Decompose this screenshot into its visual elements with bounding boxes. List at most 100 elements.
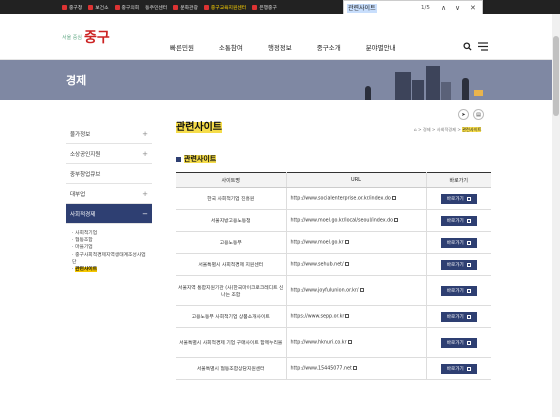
submenu-item[interactable]: · 중구사회적경제지역생태계조성사업단	[72, 252, 146, 266]
page-banner: 경제	[0, 60, 560, 100]
site-url[interactable]: http://www.15445077.net	[285, 357, 426, 380]
building-illustration	[441, 82, 451, 100]
submenu-item[interactable]: · 사회적기업	[72, 230, 146, 237]
side-item-prices[interactable]: 물가정보 +	[66, 124, 152, 144]
plus-icon: +	[142, 129, 148, 138]
menu-icon[interactable]	[478, 42, 488, 51]
external-link-icon	[466, 366, 471, 371]
banner-title: 경제	[66, 74, 87, 87]
external-link-icon	[359, 287, 364, 292]
site-url[interactable]: http://www.joyfulunion.or.kr/	[285, 275, 426, 306]
submenu-item[interactable]: · 마을기업	[72, 244, 146, 251]
go-button[interactable]: 바로가기	[440, 237, 477, 248]
find-next-button[interactable]: ∨	[455, 3, 460, 13]
building-illustration	[426, 66, 440, 100]
nav-item-guide[interactable]: 분야별안내	[366, 42, 396, 52]
external-link-icon	[466, 340, 471, 345]
table-header-row: 사이트명 URL 바로가기	[176, 172, 491, 188]
find-input[interactable]: 관련사이트	[347, 4, 377, 13]
logo-tagline: 서울 중심	[62, 34, 82, 41]
external-link-icon	[466, 314, 471, 319]
site-header: 서울 중심 중구 빠른민원 소통참여 행정정보 중구소개 분야별안내	[0, 14, 560, 60]
utility-link[interactable]: 중구청	[62, 4, 82, 11]
page-tools: ➤ ▤	[458, 109, 484, 120]
table-row: 서울특별시 협동조합상담지원센터 http://www.15445077.net 바…	[176, 357, 491, 380]
site-url[interactable]: http://www.socialenterprise.or.kr/index.…	[285, 187, 426, 210]
utility-link[interactable]: 은행중구	[252, 4, 277, 11]
minus-icon: −	[142, 209, 148, 218]
site-logo[interactable]: 서울 중심 중구	[62, 28, 110, 46]
home-icon[interactable]: ⌂	[414, 127, 417, 132]
site-url[interactable]: http://www.hknuri.co.kr	[285, 327, 426, 358]
side-item-lending[interactable]: 대부업 +	[66, 184, 152, 204]
breadcrumb-item[interactable]: 사회적경제	[437, 127, 456, 132]
council-icon	[114, 4, 120, 10]
person-illustration	[365, 86, 371, 100]
external-link-icon	[391, 195, 396, 200]
find-prev-button[interactable]: ∧	[441, 3, 446, 13]
side-item-label: 대부업	[70, 191, 86, 198]
section-heading: 관련사이트	[176, 154, 217, 164]
column-header: URL	[285, 172, 426, 188]
site-url[interactable]: https://www.sepp.or.kr	[285, 305, 426, 328]
go-button[interactable]: 바로가기	[440, 193, 477, 204]
site-name: 서울특별시 사회적경제 지원센터	[176, 253, 286, 276]
side-item-social-economy[interactable]: 사회적경제 −	[66, 204, 152, 224]
site-name: 서울특별시 사회적경제 기업 구매사이트 함께누리몰	[176, 327, 286, 358]
side-item-label: 물가정보	[70, 131, 91, 138]
health-icon	[88, 4, 94, 10]
submenu-item-current[interactable]: · 관련사이트	[72, 266, 146, 273]
find-close-button[interactable]: ✕	[470, 3, 476, 13]
nav-item-quick-service[interactable]: 빠른민원	[170, 42, 194, 52]
print-icon[interactable]: ▤	[473, 109, 484, 120]
site-name: 한국 사회적기업 진흥원	[176, 187, 286, 210]
scrollbar[interactable]	[552, 14, 560, 417]
external-link-icon	[344, 239, 349, 244]
box-illustration	[474, 90, 483, 96]
nav-item-admin-info[interactable]: 행정정보	[268, 42, 292, 52]
side-item-startup-cube[interactable]: 중부창업큐브	[66, 164, 152, 184]
find-count: 1/5	[421, 5, 430, 11]
side-item-small-business[interactable]: 소상공인지원 +	[66, 144, 152, 164]
share-icon[interactable]: ➤	[458, 109, 469, 120]
nav-item-about[interactable]: 중구소개	[317, 42, 341, 52]
bank-icon	[252, 4, 258, 10]
utility-link[interactable]: 동주민센터	[145, 4, 167, 11]
breadcrumb-current: 관련사이트	[462, 127, 482, 132]
external-link-icon	[344, 261, 349, 266]
table-row: 고용노동부 http://www.moel.go.kr 바로가기	[176, 231, 491, 254]
search-icon[interactable]	[463, 42, 472, 51]
home-icon	[62, 4, 67, 10]
nav-item-participation[interactable]: 소통참여	[219, 42, 243, 52]
breadcrumb-item[interactable]: 경제	[423, 127, 431, 132]
site-name: 서울특별시 협동조합상담지원센터	[176, 357, 286, 380]
building-illustration	[395, 72, 411, 100]
external-link-icon	[352, 365, 357, 370]
site-url[interactable]: http://www.moel.go.kr	[285, 231, 426, 254]
external-link-icon	[466, 240, 471, 245]
go-button[interactable]: 바로가기	[440, 311, 477, 322]
site-url[interactable]: http://www.sehub.net/	[285, 253, 426, 276]
external-link-icon	[466, 218, 471, 223]
utility-link[interactable]: 문화관광	[173, 4, 198, 11]
site-name: 서울지방고용노동청	[176, 209, 286, 232]
go-button[interactable]: 바로가기	[440, 363, 477, 374]
plus-icon: +	[142, 149, 148, 158]
side-navigation: 물가정보 + 소상공인지원 + 중부창업큐브 대부업 + 사회적경제 − · 사회적기업…	[66, 124, 152, 279]
utility-link[interactable]: 중구교육지원센터	[203, 4, 246, 11]
related-sites-table: 사이트명 URL 바로가기 한국 사회적기업 진흥원 http://www.soc…	[176, 172, 491, 380]
utility-link[interactable]: 중구의회	[114, 4, 139, 11]
scrollbar-thumb[interactable]	[553, 36, 559, 116]
go-button[interactable]: 바로가기	[440, 215, 477, 226]
table-row: 서울특별시 사회적경제 지원센터 http://www.sehub.net/바로가…	[176, 253, 491, 276]
table-row: 서울특별시 사회적경제 기업 구매사이트 함께누리몰 http://www.hkn…	[176, 327, 491, 358]
submenu-item[interactable]: · 협동조합	[72, 237, 146, 244]
go-button[interactable]: 바로가기	[440, 285, 477, 296]
external-link-icon	[466, 262, 471, 267]
go-button[interactable]: 바로가기	[440, 337, 477, 348]
table-row: 고용노동부 사회적기업 상품소개사이트 https://www.sepp.or.k…	[176, 305, 491, 328]
column-header: 사이트명	[176, 172, 286, 188]
site-url[interactable]: http://www.moel.go.kr/local/seoul/index.…	[285, 209, 426, 232]
utility-link[interactable]: 보건소	[88, 4, 109, 11]
go-button[interactable]: 바로가기	[440, 259, 477, 270]
